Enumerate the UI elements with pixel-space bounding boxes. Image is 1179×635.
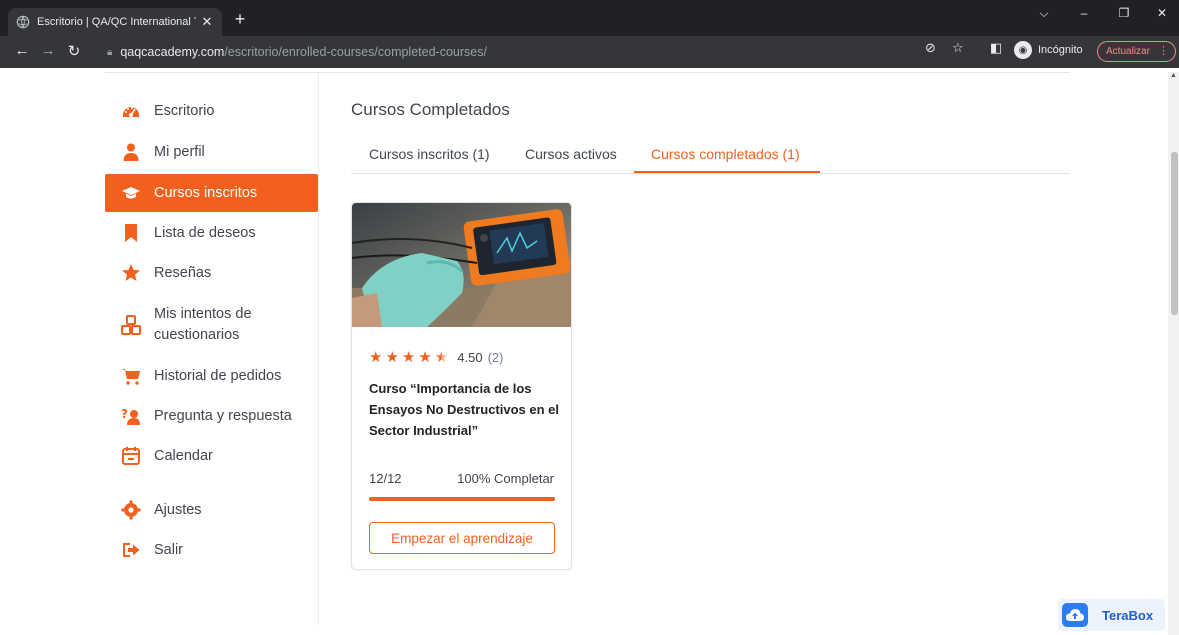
- url-host: qaqcacademy.com: [120, 45, 225, 59]
- dashboard-icon: [121, 101, 141, 121]
- cart-icon: [121, 366, 141, 386]
- browser-tab[interactable]: Escritorio | QA/QC International T ✕: [8, 8, 222, 36]
- window-close-icon[interactable]: ✕: [1149, 6, 1175, 20]
- star-half-icon: ★: [434, 349, 449, 366]
- restore-icon[interactable]: ❐: [1111, 6, 1137, 20]
- progress-bar-fill: [369, 497, 555, 501]
- course-rating: ★ ★ ★ ★ ★ 4.50 (2): [369, 348, 503, 366]
- bookmark-icon: [121, 223, 141, 243]
- sidebar-item-mi-perfil[interactable]: Mi perfil: [105, 133, 318, 171]
- star-filled-icon: ★: [369, 349, 383, 366]
- calendar-icon: [121, 446, 141, 466]
- cloud-upload-icon: [1062, 603, 1088, 627]
- svg-text:?: ?: [121, 407, 128, 421]
- update-button[interactable]: Actualizar ⋮: [1097, 41, 1176, 62]
- user-icon: [121, 142, 141, 162]
- sidebar-item-label: Salir: [154, 542, 184, 558]
- sidebar-item-label: Pregunta y respuesta: [154, 408, 292, 424]
- minimize-icon[interactable]: –: [1071, 6, 1097, 20]
- progress-bar: [369, 497, 555, 501]
- sidebar-item-lista-de-deseos[interactable]: Lista de deseos: [105, 214, 318, 252]
- sidebar-item-label: Mi perfil: [154, 144, 205, 160]
- sidebar-item-label: Lista de deseos: [154, 225, 256, 241]
- terabox-label: TeraBox: [1102, 607, 1154, 623]
- sidebar-item-calendar[interactable]: Calendar: [105, 437, 318, 475]
- sidebar-item-label: Reseñas: [154, 265, 212, 281]
- close-icon[interactable]: ✕: [200, 14, 214, 30]
- star-filled-icon: ★: [401, 349, 416, 366]
- incognito-label: Incógnito: [1038, 44, 1083, 56]
- course-tabs: Cursos inscritos (1) Cursos activos Curs…: [351, 134, 1070, 174]
- star-icon: [121, 263, 141, 283]
- question-answer-icon: ?: [121, 406, 141, 426]
- incognito-indicator[interactable]: ◉ Incógnito: [1014, 41, 1083, 59]
- globe-icon: [16, 15, 30, 29]
- new-tab-button[interactable]: +: [230, 9, 250, 30]
- sidebar-item-historial-pedidos[interactable]: Historial de pedidos: [105, 357, 318, 395]
- forward-icon[interactable]: →: [39, 42, 57, 59]
- logout-icon: [121, 540, 141, 560]
- star-filled-icon: ★: [418, 349, 432, 366]
- lock-icon: 🔒︎: [107, 46, 113, 58]
- side-panel-icon[interactable]: ◧: [990, 40, 1002, 56]
- course-card: ★ ★ ★ ★ ★ 4.50 (2) Curso “Importancia de…: [351, 202, 572, 570]
- header-divider: [105, 72, 1070, 73]
- rating-count: (2): [487, 349, 504, 365]
- start-learning-button[interactable]: Empezar el aprendizaje: [369, 522, 555, 554]
- sidebar-item-cursos-inscritos[interactable]: Cursos inscritos: [105, 174, 318, 212]
- update-label: Actualizar: [1106, 46, 1150, 57]
- quiz-attempts-icon: [121, 315, 141, 335]
- scroll-up-icon[interactable]: ▲: [1170, 72, 1177, 79]
- rating-value: 4.50: [457, 349, 483, 365]
- tab-cursos-activos[interactable]: Cursos activos: [525, 146, 617, 162]
- course-title[interactable]: Curso “Importancia de los Ensayos No Des…: [369, 378, 559, 441]
- graduation-cap-icon: [121, 183, 141, 203]
- tab-cursos-completados[interactable]: Cursos completados (1): [651, 146, 800, 162]
- browser-tab-bar: Escritorio | QA/QC International T ✕ + ⌵…: [0, 0, 1179, 36]
- star-filled-icon: ★: [385, 349, 399, 366]
- tab-title: Escritorio | QA/QC International T: [37, 16, 196, 28]
- menu-dots-icon: ⋮: [1158, 45, 1169, 57]
- bookmark-star-icon[interactable]: ☆: [952, 40, 964, 56]
- sidebar-item-label: Mis intentos de cuestionarios: [154, 305, 252, 343]
- reload-icon[interactable]: ↻: [65, 42, 83, 60]
- back-icon[interactable]: ←: [13, 42, 31, 59]
- course-thumbnail[interactable]: [352, 203, 572, 327]
- tab-cursos-inscritos[interactable]: Cursos inscritos (1): [369, 146, 490, 162]
- sidebar-item-label: Historial de pedidos: [154, 368, 282, 384]
- sidebar-item-label: Calendar: [154, 448, 213, 464]
- sidebar-item-escritorio[interactable]: Escritorio: [105, 92, 318, 130]
- gear-icon: [121, 500, 141, 520]
- terabox-widget[interactable]: TeraBox: [1058, 599, 1165, 631]
- incognito-icon: ◉: [1014, 41, 1032, 59]
- sidebar-item-label: Cursos inscritos: [154, 185, 258, 201]
- url-path: /escritorio/enrolled-courses/completed-c…: [224, 45, 487, 59]
- sidebar-item-salir[interactable]: Salir: [105, 531, 318, 569]
- page-title: Cursos Completados: [351, 100, 510, 119]
- active-tab-indicator: [634, 171, 820, 173]
- sidebar-item-resenas[interactable]: Reseñas: [105, 254, 318, 292]
- sidebar-item-intentos-cuestionarios[interactable]: Mis intentos de cuestionarios: [105, 300, 318, 350]
- sidebar-item-ajustes[interactable]: Ajustes: [105, 491, 318, 529]
- tab-search-icon[interactable]: ⌵: [1031, 6, 1057, 21]
- sidebar-item-label: Ajustes: [154, 502, 202, 518]
- url-field[interactable]: 🔒︎ qaqcacademy.com/escritorio/enrolled-c…: [97, 40, 897, 64]
- sidebar-divider: [318, 72, 319, 625]
- progress-label: 100% Completar: [457, 471, 554, 486]
- progress-count: 12/12: [369, 471, 402, 486]
- tracking-protection-icon[interactable]: ⊘: [925, 40, 936, 56]
- sidebar-item-label: Escritorio: [154, 103, 215, 119]
- scrollbar-thumb[interactable]: [1171, 152, 1178, 315]
- sidebar-item-pregunta-respuesta[interactable]: ? Pregunta y respuesta: [105, 397, 318, 435]
